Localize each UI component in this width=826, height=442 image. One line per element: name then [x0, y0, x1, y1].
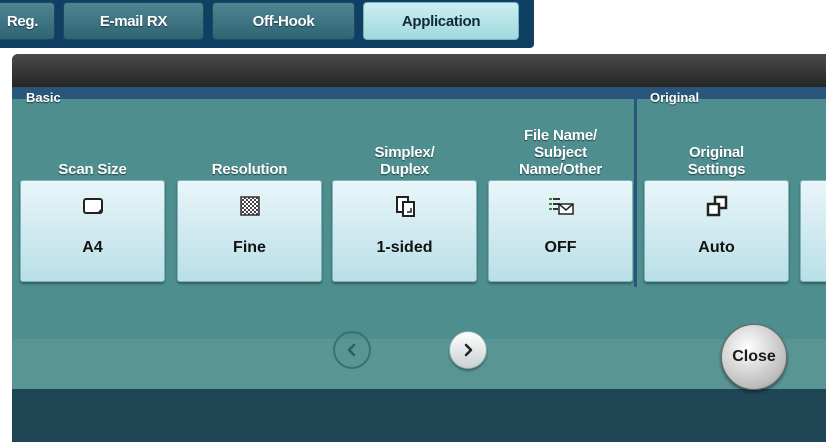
- tab-reg-label: Reg.: [6, 12, 39, 30]
- file-name-subject-icon: [548, 198, 574, 215]
- close-label: Close: [732, 348, 776, 365]
- caption-scan-size: Scan Size: [58, 161, 127, 178]
- next-function-button-partial[interactable]: [800, 180, 826, 282]
- caption-file-name: File Name/ Subject Name/Other: [518, 127, 603, 178]
- tab-off-hook-label: Off-Hook: [252, 12, 315, 30]
- application-panel: Basic Original Scan Size Resolution Simp…: [12, 54, 826, 442]
- resolution-button[interactable]: Fine: [177, 180, 322, 282]
- previous-page-button[interactable]: [333, 331, 371, 369]
- scan-size-value: A4: [82, 239, 103, 256]
- caption-resolution: Resolution: [211, 161, 288, 178]
- close-button[interactable]: Close: [721, 324, 787, 390]
- original-settings-value: Auto: [698, 239, 735, 256]
- tab-email-rx[interactable]: E-mail RX: [63, 2, 204, 40]
- simplex-duplex-button[interactable]: 1-sided: [332, 180, 477, 282]
- section-label-basic: Basic: [26, 90, 61, 105]
- original-settings-button[interactable]: Auto: [644, 180, 789, 282]
- original-settings-icon: [706, 195, 727, 217]
- simplex-duplex-icon: [395, 196, 415, 217]
- next-page-button[interactable]: [449, 331, 487, 369]
- tab-strip: Reg. E-mail RX Off-Hook Application: [0, 0, 534, 48]
- simplex-duplex-value: 1-sided: [376, 239, 433, 256]
- tab-email-rx-label: E-mail RX: [99, 12, 168, 30]
- chevron-right-icon: [464, 343, 473, 357]
- paper-size-icon: [82, 198, 103, 214]
- section-divider: [634, 87, 637, 287]
- chevron-left-icon: [347, 343, 356, 357]
- section-bar-basic: [12, 87, 634, 99]
- file-name-subject-button[interactable]: OFF: [488, 180, 633, 282]
- caption-original-settings: Original Settings: [687, 144, 746, 178]
- bottom-bar: [12, 389, 826, 442]
- tab-application-label: Application: [401, 12, 481, 30]
- file-name-subject-value: OFF: [544, 239, 577, 256]
- lower-band: [12, 339, 826, 389]
- tab-application[interactable]: Application: [363, 2, 519, 40]
- section-label-original: Original: [650, 90, 700, 105]
- tab-off-hook[interactable]: Off-Hook: [212, 2, 355, 40]
- scan-size-button[interactable]: A4: [20, 180, 165, 282]
- resolution-icon: [239, 196, 260, 216]
- caption-simplex-duplex: Simplex/ Duplex: [374, 144, 435, 178]
- panel-header: [12, 54, 826, 89]
- tab-reg[interactable]: Reg.: [0, 2, 55, 40]
- resolution-value: Fine: [233, 239, 266, 256]
